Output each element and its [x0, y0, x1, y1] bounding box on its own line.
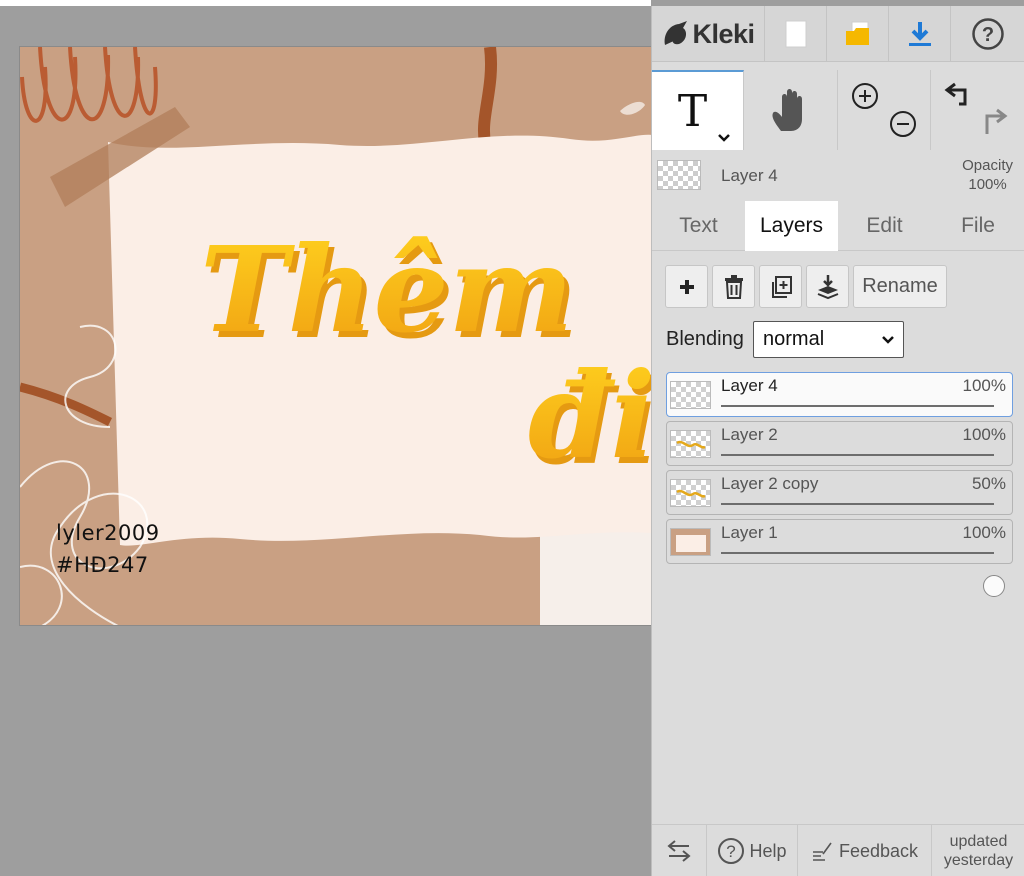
canvas-headline: Thêm [200, 220, 574, 359]
layer-name: Layer 2 copy [721, 474, 819, 493]
layer-item[interactable]: Layer 2 100% [666, 421, 1013, 499]
panel-tabs: Text Layers Edit File [652, 201, 1024, 251]
blending-select[interactable]: normal [753, 321, 904, 358]
signature-name: lyler2009 [56, 521, 160, 545]
current-layer-thumbnail [657, 160, 701, 190]
top-bar: Kleki ? [652, 6, 1024, 62]
layer-opacity: 50% [971, 474, 1006, 493]
updated-line2: yesterday [943, 852, 1014, 869]
layer-opacity: 100% [962, 376, 1006, 395]
opacity-slider-track[interactable] [721, 552, 1005, 597]
right-panel: Kleki ? T Layer 4 Opacity 100% Text Laye… [651, 6, 1024, 876]
blending-value: normal [763, 328, 825, 350]
merge-down-icon [817, 274, 838, 299]
rename-layer-button[interactable]: Rename [853, 265, 947, 308]
tool-row: T [652, 70, 1024, 150]
layer-item[interactable]: Layer 2 copy 50% [666, 470, 1013, 548]
swap-arrows-icon [667, 840, 691, 862]
signature-tag: #HĐ247 [56, 553, 149, 577]
add-layer-button[interactable] [665, 265, 708, 308]
layer-name: Layer 4 [721, 376, 778, 395]
merge-down-button[interactable] [806, 265, 849, 308]
download-icon [908, 22, 931, 46]
tab-layers[interactable]: Layers [745, 201, 838, 251]
current-layer-name: Layer 4 [721, 166, 778, 185]
current-layer-opacity: Opacity 100% [962, 156, 1013, 194]
layer-thumbnail [670, 430, 711, 458]
updated-line1: updated [949, 833, 1008, 850]
undo-redo-buttons [931, 70, 1024, 150]
zoom-buttons [838, 70, 931, 150]
svg-text:?: ? [727, 842, 736, 861]
svg-text:?: ? [982, 24, 994, 46]
feedback-link[interactable]: Feedback [798, 825, 932, 876]
opacity-slider-knob[interactable] [983, 575, 1005, 597]
canvas-headline-2: đi [528, 346, 651, 485]
trash-icon [724, 274, 743, 299]
opacity-label: Opacity [962, 157, 1013, 174]
help-icon: ? [972, 18, 1004, 50]
tab-edit[interactable]: Edit [838, 201, 931, 251]
opacity-slider-track[interactable] [721, 405, 1005, 450]
canvas-workspace[interactable]: Thêm Thêm đi đi lyler2009 #HĐ247 [0, 6, 651, 876]
zoom-in-icon[interactable] [852, 83, 878, 109]
plus-icon [679, 279, 694, 294]
zoom-controls [852, 83, 916, 137]
layer-list: Layer 4 100% Layer 2 100% Layer 2 copy 5… [666, 372, 1013, 597]
kleki-logo[interactable]: Kleki [652, 6, 765, 62]
help-link[interactable]: ? Help [707, 825, 798, 876]
app-name: Kleki [692, 18, 755, 49]
layer-actions: Rename [665, 265, 947, 309]
blending-label: Blending [666, 328, 744, 350]
help-button[interactable]: ? [951, 6, 1024, 62]
duplicate-layer-button[interactable] [759, 265, 802, 308]
chevron-down-icon [882, 336, 894, 344]
opacity-value: 100% [968, 176, 1007, 193]
layer-opacity: 100% [962, 523, 1006, 542]
opacity-slider-track[interactable] [721, 503, 994, 548]
feedback-icon [812, 842, 832, 861]
zoom-out-icon[interactable] [890, 111, 916, 137]
text-tool-button[interactable]: T [652, 70, 744, 150]
hand-icon [771, 89, 802, 131]
undo-redo-controls [944, 82, 1008, 134]
tab-file[interactable]: File [931, 201, 1024, 251]
layer-thumbnail [670, 381, 711, 409]
delete-layer-button[interactable] [712, 265, 755, 308]
help-label: Help [749, 840, 787, 861]
layer-name: Layer 2 [721, 425, 778, 444]
kleki-bird-icon [665, 21, 688, 45]
undo-icon[interactable] [944, 82, 967, 106]
new-image-icon [785, 20, 806, 48]
bottom-bar: ? Help Feedback updated yesterday [652, 824, 1024, 876]
layer-thumbnail [670, 479, 711, 507]
current-layer-info: Layer 4 Opacity 100% [652, 156, 1024, 202]
changelog-link[interactable]: updated yesterday [932, 825, 1024, 876]
duplicate-icon [771, 275, 792, 298]
layer-item[interactable]: Layer 1 100% [666, 519, 1013, 597]
swap-side-button[interactable] [652, 825, 707, 876]
layer-item[interactable]: Layer 4 100% [666, 372, 1013, 450]
chevron-down-icon[interactable] [717, 133, 731, 142]
feedback-label: Feedback [838, 840, 919, 861]
layer-thumbnail [670, 528, 711, 556]
open-folder-icon [845, 21, 869, 45]
drawing-canvas[interactable]: Thêm Thêm đi đi lyler2009 #HĐ247 [19, 46, 651, 626]
help-icon: ? [718, 838, 745, 864]
save-button[interactable] [889, 6, 951, 62]
layer-name: Layer 1 [721, 523, 778, 542]
opacity-slider-track[interactable] [721, 454, 1005, 499]
open-image-button[interactable] [827, 6, 889, 62]
tab-text[interactable]: Text [652, 201, 745, 251]
layer-opacity: 100% [962, 425, 1006, 444]
hand-tool-button[interactable] [744, 70, 838, 150]
text-tool-icon: T [677, 85, 708, 137]
new-image-button[interactable] [765, 6, 827, 62]
redo-icon[interactable] [985, 108, 1008, 134]
